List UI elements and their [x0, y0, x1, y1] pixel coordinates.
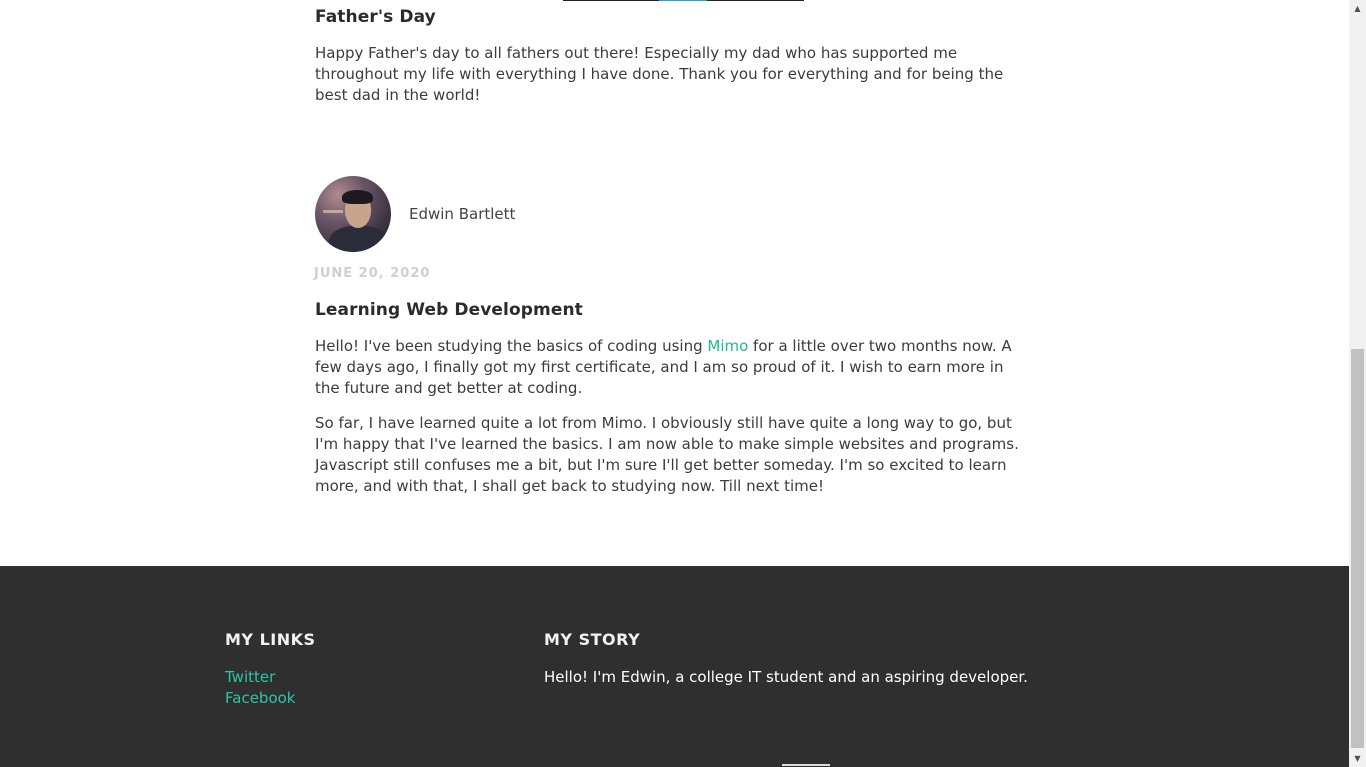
footer-link-item: Twitter [225, 667, 316, 688]
triangle-down-icon[interactable]: ▼ [1349, 750, 1366, 767]
avatar [315, 176, 391, 252]
post-title: Learning Web Development [315, 300, 583, 320]
footer-links-list: Twitter Facebook [225, 667, 316, 709]
nav-active-indicator [659, 0, 707, 1]
paragraph-text: Hello! I've been studying the basics of … [315, 337, 708, 355]
post-body: Hello! I've been studying the basics of … [315, 336, 1030, 497]
footer-story-heading: MY STORY [544, 630, 641, 649]
avatar-hair [342, 190, 373, 204]
footer-link-item: Facebook [225, 688, 316, 709]
avatar-shirt [329, 226, 389, 252]
post-body: Happy Father's day to all fathers out th… [315, 43, 1030, 106]
page-viewport: Father's Day Happy Father's day to all f… [0, 0, 1349, 767]
blog-post-learning-web-dev: Learning Web Development Hello! I've bee… [315, 298, 1030, 511]
site-footer: MY LINKS Twitter Facebook MY STORY Hello… [0, 566, 1349, 767]
blog-post-fathers-day: Father's Day Happy Father's day to all f… [315, 5, 1030, 120]
post-date: JUNE 20, 2020 [314, 266, 431, 281]
post-title: Father's Day [315, 7, 436, 27]
twitter-link[interactable]: Twitter [225, 667, 316, 688]
footer-bottom-divider [782, 764, 830, 766]
avatar-background-lights [323, 210, 343, 213]
footer-story-section: MY STORY Hello! I'm Edwin, a college IT … [544, 630, 1028, 688]
post-paragraph: Happy Father's day to all fathers out th… [315, 44, 1004, 104]
footer-story-text: Hello! I'm Edwin, a college IT student a… [544, 668, 1028, 686]
footer-links-section: MY LINKS Twitter Facebook [225, 630, 316, 709]
facebook-link[interactable]: Facebook [225, 688, 316, 709]
footer-links-heading: MY LINKS [225, 630, 316, 649]
post-paragraph: Hello! I've been studying the basics of … [315, 336, 1030, 399]
scrollbar-thumb[interactable] [1351, 349, 1364, 748]
vertical-scrollbar[interactable]: ▲ ▼ [1349, 0, 1366, 767]
mimo-link[interactable]: Mimo [707, 337, 748, 355]
post-author: Edwin Bartlett [315, 176, 515, 252]
post-paragraph: So far, I have learned quite a lot from … [315, 414, 1019, 495]
author-name: Edwin Bartlett [409, 205, 516, 223]
triangle-up-icon[interactable]: ▲ [1349, 0, 1366, 17]
